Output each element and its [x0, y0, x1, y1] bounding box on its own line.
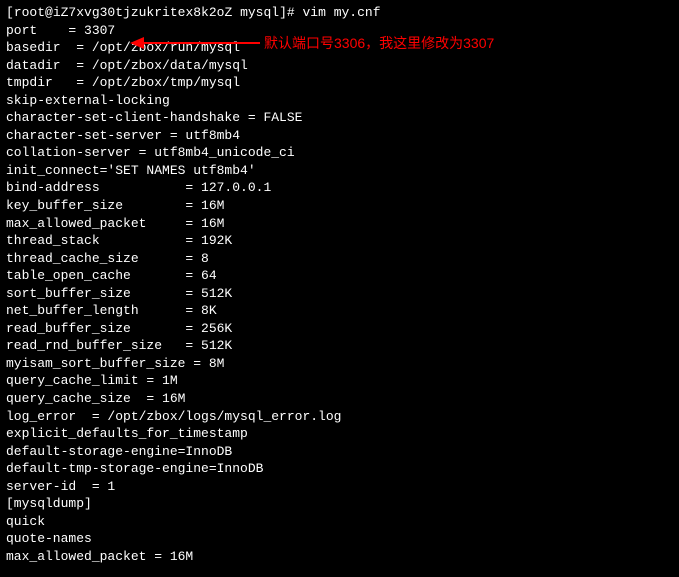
- config-line: character-set-server = utf8mb4: [6, 127, 673, 145]
- config-line: skip-external-locking: [6, 92, 673, 110]
- config-line: bind-address = 127.0.0.1: [6, 179, 673, 197]
- config-line: max_allowed_packet = 16M: [6, 548, 673, 566]
- shell-command: vim my.cnf: [302, 5, 380, 20]
- config-line: key_buffer_size = 16M: [6, 197, 673, 215]
- config-line: max_allowed_packet = 16M: [6, 215, 673, 233]
- config-line: server-id = 1: [6, 478, 673, 496]
- config-line: default-storage-engine=InnoDB: [6, 443, 673, 461]
- terminal-output[interactable]: [root@iZ7xvg30tjzukritex8k2oZ mysql]# vi…: [6, 4, 673, 566]
- config-line-section: [mysqldump]: [6, 495, 673, 513]
- config-line: collation-server = utf8mb4_unicode_ci: [6, 144, 673, 162]
- config-line-tmpdir: tmpdir = /opt/zbox/tmp/mysql: [6, 74, 673, 92]
- config-line: myisam_sort_buffer_size = 8M: [6, 355, 673, 373]
- config-line: default-tmp-storage-engine=InnoDB: [6, 460, 673, 478]
- config-line: quote-names: [6, 530, 673, 548]
- config-line: read_rnd_buffer_size = 512K: [6, 337, 673, 355]
- config-line: thread_cache_size = 8: [6, 250, 673, 268]
- shell-prompt-line: [root@iZ7xvg30tjzukritex8k2oZ mysql]# vi…: [6, 4, 673, 22]
- config-line: character-set-client-handshake = FALSE: [6, 109, 673, 127]
- config-line: query_cache_size = 16M: [6, 390, 673, 408]
- config-line: explicit_defaults_for_timestamp: [6, 425, 673, 443]
- config-line-port: port = 3307: [6, 22, 673, 40]
- config-line: table_open_cache = 64: [6, 267, 673, 285]
- config-line: sort_buffer_size = 512K: [6, 285, 673, 303]
- config-line: thread_stack = 192K: [6, 232, 673, 250]
- config-line: log_error = /opt/zbox/logs/mysql_error.l…: [6, 408, 673, 426]
- config-line: net_buffer_length = 8K: [6, 302, 673, 320]
- config-line-datadir: datadir = /opt/zbox/data/mysql: [6, 57, 673, 75]
- config-line: read_buffer_size = 256K: [6, 320, 673, 338]
- config-line: query_cache_limit = 1M: [6, 372, 673, 390]
- prompt-cwd: mysql: [240, 5, 279, 20]
- config-line-basedir: basedir = /opt/zbox/run/mysql: [6, 39, 673, 57]
- config-line: init_connect='SET NAMES utf8mb4': [6, 162, 673, 180]
- config-line: quick: [6, 513, 673, 531]
- prompt-userhost: root@iZ7xvg30tjzukritex8k2oZ: [14, 5, 232, 20]
